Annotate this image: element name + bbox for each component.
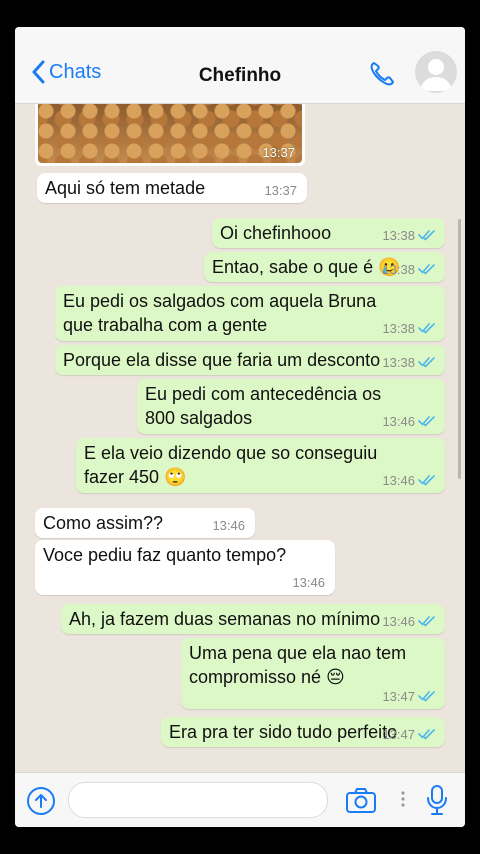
message-input[interactable]: [68, 782, 328, 818]
message-time: 13:47: [382, 727, 415, 742]
read-receipt-icon: [418, 264, 435, 275]
message-text: Como assim??: [43, 513, 164, 533]
page-title: Chefinho: [198, 65, 282, 86]
message-text: Aqui só tem metade: [45, 178, 206, 198]
message-text: Oi chefinhooo: [220, 223, 332, 243]
read-receipt-icon: [418, 323, 435, 334]
chat-screen: Chats Chefinho 13:37 Aqui só tem metade 1…: [15, 27, 465, 827]
phone-icon: [370, 62, 394, 86]
scrollbar[interactable]: [458, 219, 461, 479]
photo-time: 13:37: [262, 145, 295, 160]
message-text: fazer 450 🙄: [84, 467, 187, 487]
message-text: compromisso né 😔: [189, 667, 345, 687]
message-time: 13:38: [382, 355, 415, 370]
incoming-message[interactable]: Como assim?? 13:46: [35, 508, 255, 538]
outgoing-message[interactable]: E ela veio dizendo que so conseguiu fazer…: [76, 438, 445, 493]
message-time: 13:47: [382, 689, 415, 704]
read-receipt-icon: [418, 230, 435, 241]
call-button[interactable]: [367, 59, 397, 94]
mic-button[interactable]: [426, 784, 448, 821]
outgoing-message[interactable]: Era pra ter sido tudo perfeito 13:47: [161, 717, 445, 747]
outgoing-message[interactable]: Eu pedi com antecedência os 800 salgados 1…: [137, 379, 445, 434]
plus-circle-icon: [27, 787, 55, 815]
message-text: Ah, ja fazem duas semanas no mínimo: [69, 609, 381, 629]
message-time: 13:46: [292, 575, 325, 590]
attach-button[interactable]: [26, 786, 56, 821]
chat-header: Chats Chefinho: [15, 27, 465, 104]
camera-button[interactable]: [345, 786, 377, 819]
message-time: 13:46: [212, 518, 245, 533]
message-text: Voce pediu faz quanto tempo?: [43, 545, 287, 565]
outgoing-message[interactable]: Uma pena que ela nao tem compromisso né 😔…: [181, 638, 445, 709]
message-text: E ela veio dizendo que so conseguiu: [84, 443, 378, 463]
message-time: 13:46: [382, 414, 415, 429]
read-receipt-icon: [418, 416, 435, 427]
message-time: 13:46: [382, 614, 415, 629]
message-list: 13:37 Aqui só tem metade 13:37 Oi chefinho…: [15, 104, 465, 772]
message-text: Era pra ter sido tudo perfeito: [169, 722, 398, 742]
message-text: Porque ela disse que faria um desconto: [63, 350, 381, 370]
microphone-icon: [427, 785, 447, 815]
outgoing-message[interactable]: Oi chefinhooo 13:38: [212, 218, 445, 248]
read-receipt-icon: [418, 691, 435, 702]
message-time: 13:38: [382, 262, 415, 277]
outgoing-message[interactable]: Porque ela disse que faria um desconto 13…: [55, 345, 445, 375]
message-text: Entao, sabe o que é 🥲: [212, 257, 401, 277]
incoming-message[interactable]: Voce pediu faz quanto tempo? 13:46: [35, 540, 335, 595]
read-receipt-icon: [418, 475, 435, 486]
more-dots-icon: [400, 790, 406, 813]
message-text: Eu pedi com antecedência os: [145, 384, 382, 404]
message-text: Eu pedi os salgados com aquela Bruna: [63, 291, 377, 311]
message-time: 13:38: [382, 321, 415, 336]
avatar-placeholder-icon: [420, 59, 452, 91]
message-text: que trabalha com a gente: [63, 315, 268, 335]
incoming-message[interactable]: Aqui só tem metade 13:37: [37, 173, 307, 203]
outgoing-message[interactable]: Eu pedi os salgados com aquela Bruna que …: [55, 286, 445, 341]
read-receipt-icon: [418, 357, 435, 368]
input-bar: [15, 772, 465, 827]
read-receipt-icon: [418, 616, 435, 627]
message-text: Uma pena que ela nao tem: [189, 643, 407, 663]
message-time: 13:37: [264, 183, 297, 198]
message-text: 800 salgados: [145, 408, 253, 428]
outgoing-message[interactable]: Entao, sabe o que é 🥲 13:38: [204, 252, 445, 282]
message-time: 13:46: [382, 473, 415, 488]
avatar[interactable]: [415, 51, 457, 93]
photo-message[interactable]: 13:37: [35, 104, 305, 166]
camera-icon: [346, 788, 376, 813]
read-receipt-icon: [418, 729, 435, 740]
message-time: 13:38: [382, 228, 415, 243]
outgoing-message[interactable]: Ah, ja fazem duas semanas no mínimo 13:46: [61, 604, 445, 634]
